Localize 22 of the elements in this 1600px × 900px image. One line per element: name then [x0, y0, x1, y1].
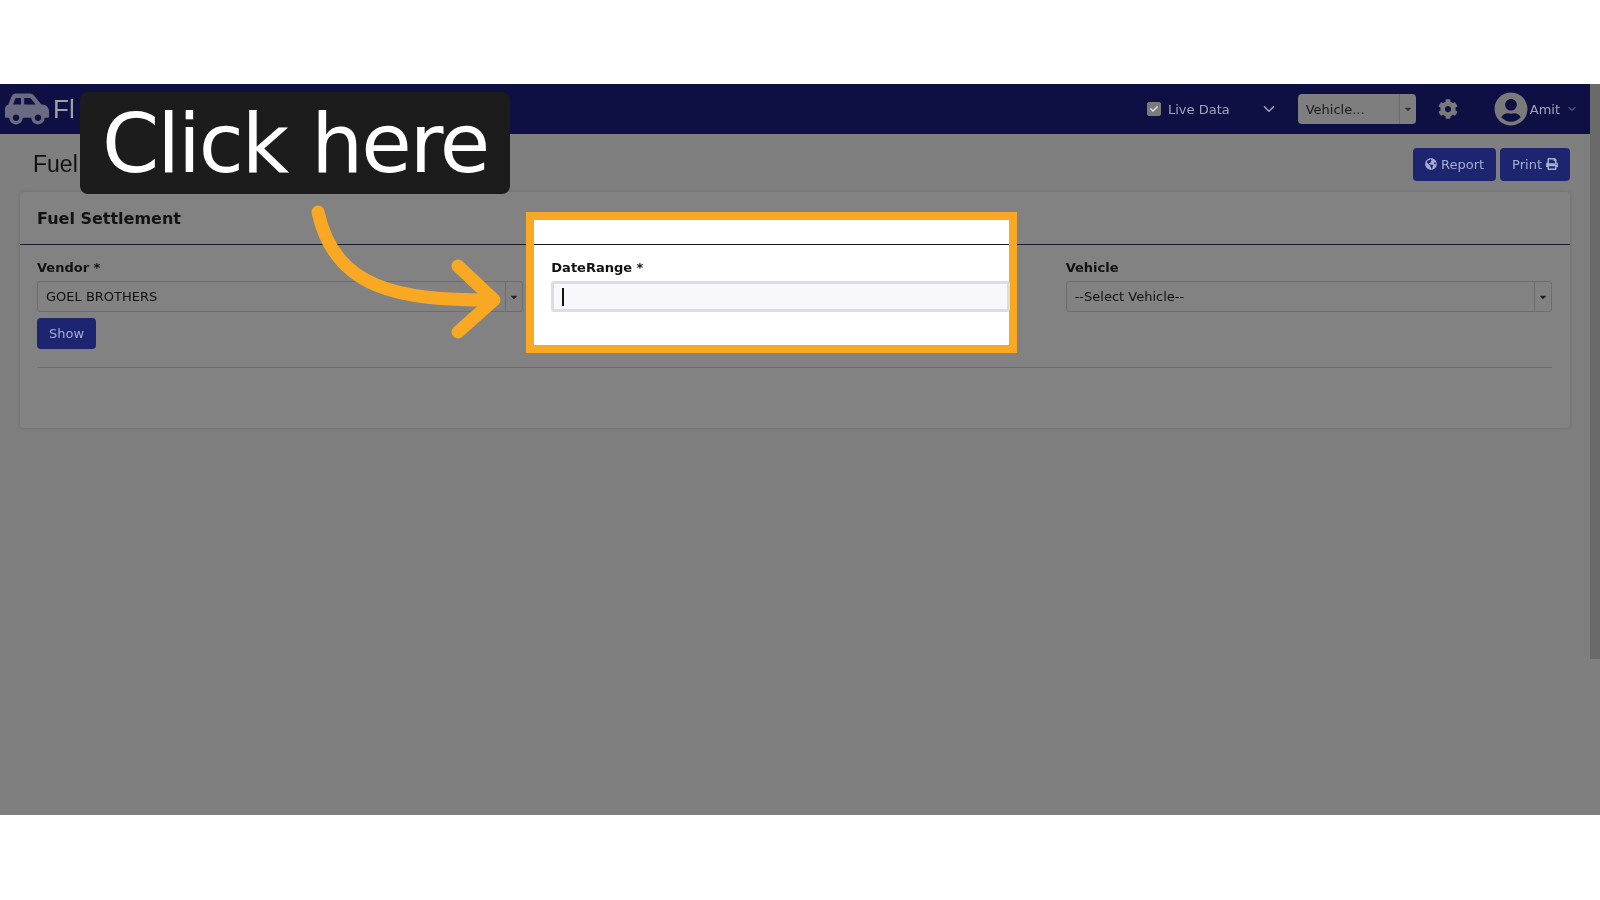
- card-title: Fuel Settlement: [37, 208, 181, 228]
- avatar-icon[interactable]: [1493, 92, 1528, 126]
- live-data-label: Live Data: [1168, 101, 1230, 117]
- field-label: Vendor *: [37, 260, 102, 275]
- page-title: Fuel: [33, 150, 78, 178]
- date-range-field[interactable]: [551, 281, 1010, 312]
- printer-icon: [1546, 158, 1558, 170]
- click-here-caption: Click here: [80, 92, 510, 194]
- print-button[interactable]: Print: [1500, 147, 1570, 181]
- select-field[interactable]: --Select Vehicle--: [1065, 281, 1552, 312]
- user-name[interactable]: Amit: [1529, 101, 1560, 117]
- check-icon: [1150, 105, 1158, 113]
- report-button[interactable]: Report: [1413, 147, 1497, 181]
- scrollbar[interactable]: [1590, 84, 1600, 659]
- settings-icon[interactable]: [1437, 99, 1458, 119]
- globe-icon: [1425, 158, 1437, 170]
- field-label: Vehicle: [1065, 260, 1120, 275]
- vehicle-select[interactable]: Vehicle...: [1297, 94, 1416, 124]
- brand-name: Fl: [53, 93, 75, 125]
- field-label: DateRange *: [551, 260, 645, 275]
- live-data-checkbox[interactable]: [1147, 102, 1161, 116]
- show-button[interactable]: Show: [37, 318, 97, 349]
